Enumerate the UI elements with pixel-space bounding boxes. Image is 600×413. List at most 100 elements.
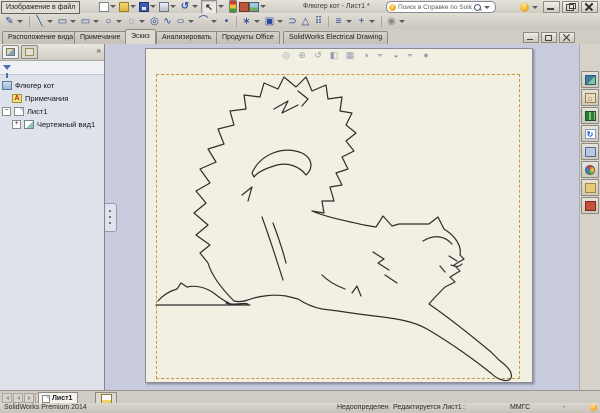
search-input[interactable] [398, 3, 472, 11]
document-recovery-button[interactable] [581, 197, 599, 214]
tab-office-products[interactable]: Продукты Office [216, 31, 280, 44]
circle-icon[interactable]: ○ [102, 15, 115, 28]
image-scene-icon[interactable] [249, 2, 259, 12]
slot-icon[interactable]: ▭ [79, 15, 92, 28]
help-search-box[interactable]: ? [386, 1, 496, 13]
offset-entities-icon[interactable]: ⊃ [286, 15, 299, 28]
solidworks-resources-button[interactable] [581, 71, 599, 88]
close-button[interactable] [581, 1, 598, 13]
featuremanager-tab[interactable] [2, 45, 19, 59]
tab-evaluate[interactable]: Анализировать [156, 31, 218, 44]
rectangle-icon[interactable]: ▭ [56, 15, 69, 28]
tab-annotation[interactable]: Примечание [74, 31, 127, 44]
first-sheet-button[interactable] [2, 393, 12, 403]
save-icon[interactable] [139, 2, 149, 12]
mirror-entities-icon[interactable]: △ [299, 15, 312, 28]
display-style-dropdown-icon[interactable] [377, 54, 383, 57]
repair-dropdown-icon[interactable] [369, 20, 375, 23]
undo-icon[interactable]: ↺ [179, 1, 191, 12]
arc-icon[interactable]: ⌒ [197, 15, 210, 28]
prev-sheet-button[interactable] [13, 393, 23, 403]
design-library-button[interactable]: ⌂ [581, 89, 599, 106]
sketch-icon[interactable]: ✎ [3, 15, 16, 28]
perimeter-circle-icon[interactable]: ◌ [125, 15, 138, 28]
previous-view-icon[interactable]: ↺ [312, 49, 324, 61]
help-menu-icon[interactable]: ? [520, 3, 529, 12]
relations-dropdown-icon[interactable] [346, 20, 352, 23]
appearances-scenes-button[interactable] [581, 161, 599, 178]
doc-minimize-button[interactable] [523, 32, 539, 43]
options-icon[interactable] [239, 2, 249, 12]
save-dropdown-icon[interactable] [150, 5, 156, 8]
restore-button[interactable] [562, 1, 579, 13]
tree-item-root[interactable]: Флюгер кот [2, 79, 104, 92]
collapse-expander-icon[interactable]: − [2, 107, 11, 116]
smart-dimension-icon[interactable]: ∗ [240, 15, 253, 28]
view-orientation-icon[interactable]: ▦ [344, 49, 356, 61]
tree-filter-row[interactable] [0, 61, 104, 75]
drawing-sheet[interactable] [145, 48, 533, 383]
tree-item-sheet[interactable]: − Лист1 [2, 105, 104, 118]
section-view-icon[interactable]: ◧ [328, 49, 340, 61]
quick-snaps-icon[interactable]: ◉ [385, 15, 398, 28]
editing-status[interactable]: Редактируется Лист1 [393, 403, 462, 413]
units-label[interactable]: ММГС [510, 403, 530, 413]
point-icon[interactable]: • [220, 15, 233, 28]
doc-close-button[interactable] [559, 32, 575, 43]
rebuild-traffic-light-icon[interactable] [229, 0, 237, 13]
line-icon[interactable]: ╲ [33, 15, 46, 28]
slot-dropdown-icon[interactable] [93, 20, 99, 23]
undo-dropdown-icon[interactable] [192, 5, 198, 8]
tab-sketch[interactable]: Эскиз [125, 29, 156, 44]
print-dropdown-icon[interactable] [170, 5, 176, 8]
search-icon[interactable] [474, 4, 481, 11]
collapse-chevron-icon[interactable]: » [97, 46, 101, 56]
expand-expander-icon[interactable]: + [12, 120, 21, 129]
new-document-icon[interactable] [99, 2, 109, 12]
convert-entities-icon[interactable]: ▣ [263, 15, 276, 28]
perimeter-circle-dropdown-icon[interactable] [139, 20, 145, 23]
custom-properties-button[interactable] [581, 179, 599, 196]
solidworks-forum-button[interactable]: ↻ [581, 125, 599, 142]
repair-sketch-icon[interactable]: + [355, 15, 368, 28]
status-help-icon[interactable]: ? [590, 404, 597, 411]
view-palette-button[interactable] [581, 143, 599, 160]
select-button[interactable]: ↖ [201, 0, 217, 14]
print-icon[interactable] [159, 2, 169, 12]
display-style-icon[interactable]: ◑ [360, 49, 372, 61]
linear-pattern-icon[interactable]: ⠿ [312, 15, 325, 28]
rectangle-dropdown-icon[interactable] [70, 20, 76, 23]
image-dropdown-icon[interactable] [260, 5, 266, 8]
minimize-button[interactable] [543, 1, 560, 13]
convert-entities-dropdown-icon[interactable] [277, 20, 283, 23]
line-dropdown-icon[interactable] [47, 20, 53, 23]
search-dropdown-icon[interactable] [484, 6, 490, 9]
doc-restore-button[interactable] [541, 32, 557, 43]
zoom-to-area-icon[interactable]: ⊕ [296, 49, 308, 61]
propertymanager-tab[interactable] [21, 45, 38, 59]
display-delete-relations-icon[interactable]: ≡ [332, 15, 345, 28]
hide-show-dropdown-icon[interactable] [407, 54, 413, 57]
zoom-to-fit-icon[interactable]: ◎ [280, 49, 292, 61]
tree-item-annotations[interactable]: A Примечания [2, 92, 104, 105]
panel-splitter-handle[interactable] [105, 203, 117, 232]
quick-snaps-dropdown-icon[interactable] [399, 20, 405, 23]
tab-electrical-drawing[interactable]: SolidWorks Electrical Drawing [283, 31, 388, 44]
open-icon[interactable] [119, 2, 129, 12]
graphics-area[interactable]: ◎ ⊕ ↺ ◧ ▦ ◑ ◒ ● [105, 44, 580, 391]
tab-view-layout[interactable]: Расположение вида [2, 31, 79, 44]
file-explorer-button[interactable] [581, 107, 599, 124]
open-dropdown-icon[interactable] [130, 5, 136, 8]
smart-dimension-dropdown-icon[interactable] [254, 20, 260, 23]
sketch-dropdown-icon[interactable] [17, 20, 23, 23]
circle-alt-icon[interactable]: ◎ [148, 15, 161, 28]
ellipse-icon[interactable]: ○ [171, 15, 190, 28]
tree-item-drawing-view[interactable]: + Чертежный вид1 [2, 118, 104, 131]
circle-dropdown-icon[interactable] [116, 20, 122, 23]
hide-show-items-icon[interactable]: ◒ [390, 49, 402, 61]
select-dropdown-icon[interactable] [218, 5, 224, 8]
view-settings-icon[interactable]: ● [420, 49, 432, 61]
cat-sketch-path[interactable] [156, 77, 511, 381]
arc-dropdown-icon[interactable] [211, 20, 217, 23]
next-sheet-button[interactable] [24, 393, 34, 403]
